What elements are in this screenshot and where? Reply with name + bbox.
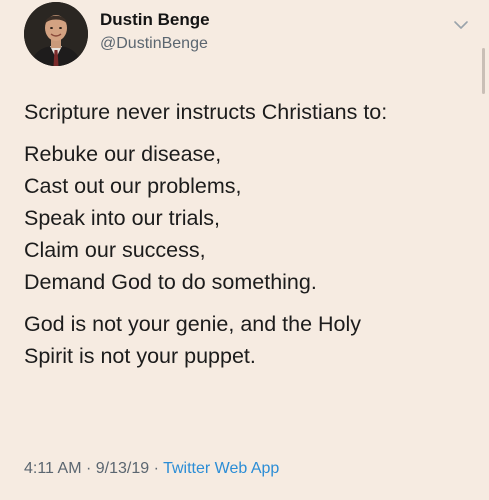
tweet-meta: 4:11 AM · 9/13/19 · Twitter Web App [24, 460, 279, 478]
author-name[interactable]: Dustin Benge [100, 10, 210, 30]
list-item: Claim our success, [24, 238, 206, 262]
list-item: Speak into our trials, [24, 206, 220, 230]
tweet-closing-line1: God is not your genie, and the Holy [24, 312, 362, 336]
meta-separator: · [85, 460, 92, 477]
list-item: Rebuke our disease, [24, 142, 222, 166]
avatar[interactable] [24, 2, 88, 66]
tweet-intro: Scripture never instructs Christians to: [24, 100, 388, 124]
tweet-list: Rebuke our disease, Cast out our problem… [24, 138, 474, 298]
chevron-down-icon[interactable] [452, 18, 470, 32]
tweet-date[interactable]: 9/13/19 [96, 460, 149, 477]
author-handle[interactable]: @DustinBenge [100, 35, 208, 53]
tweet-text: Scripture never instructs Christians to:… [24, 96, 474, 372]
tweet-closing: God is not your genie, and the Holy Spir… [24, 308, 474, 372]
tweet-card: Dustin Benge @DustinBenge Scripture neve… [0, 0, 489, 500]
list-item: Cast out our problems, [24, 174, 242, 198]
meta-separator: · [153, 460, 159, 477]
tweet-source[interactable]: Twitter Web App [163, 460, 279, 477]
tweet-time[interactable]: 4:11 AM [24, 460, 82, 477]
scrollbar[interactable] [482, 48, 485, 94]
tweet-closing-line2: Spirit is not your puppet. [24, 344, 256, 368]
list-item: Demand God to do something. [24, 270, 317, 294]
